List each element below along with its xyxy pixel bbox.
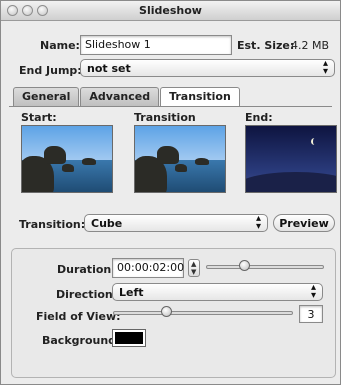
end-label: End: (245, 111, 273, 124)
field-of-view-label: Field of View: (36, 310, 121, 323)
start-label: Start: (21, 111, 57, 124)
transition-label: Transition: (19, 218, 86, 231)
est-size-value: 4.2 MB (291, 39, 330, 52)
direction-label: Direction: (56, 288, 118, 301)
field-of-view-value[interactable]: 3 (299, 305, 323, 323)
end-jump-label: End Jump: (19, 64, 82, 77)
duration-slider-knob[interactable] (238, 260, 250, 271)
end-jump-popup[interactable]: not set ▴ ▾ (80, 59, 335, 77)
moon-icon (311, 138, 318, 145)
field-of-view-slider-track[interactable] (113, 311, 293, 315)
field-of-view-slider-knob[interactable] (161, 306, 172, 317)
background-label: Background: (42, 334, 121, 347)
transition-popup[interactable]: Cube ▴ ▾ (84, 214, 268, 232)
preview-button[interactable]: Preview (273, 214, 335, 232)
direction-popup[interactable]: Left ▴ ▾ (112, 283, 323, 301)
slideshow-window: Slideshow Name: Slideshow 1 Est. Size: 4… (0, 0, 341, 385)
tab-bar: General Advanced Transition (13, 87, 241, 106)
tab-general[interactable]: General (13, 87, 80, 106)
stepper-icon[interactable]: ▲ ▼ (188, 259, 200, 277)
end-thumbnail (245, 125, 337, 193)
transition-preview-label: Transition (134, 111, 196, 124)
background-color-well[interactable] (112, 329, 146, 347)
duration-slider-track[interactable] (206, 265, 324, 269)
updown-arrows-icon: ▴ ▾ (255, 213, 261, 232)
name-label: Name: (40, 39, 80, 52)
title-bar[interactable]: Slideshow (1, 1, 340, 21)
start-thumbnail (21, 125, 113, 193)
background-color-swatch (115, 332, 143, 344)
direction-value: Left (119, 286, 144, 299)
window-title: Slideshow (139, 4, 202, 17)
name-field[interactable]: Slideshow 1 (80, 35, 232, 55)
tab-advanced[interactable]: Advanced (80, 87, 160, 106)
est-size-label: Est. Size: (237, 39, 295, 52)
tab-divider (9, 106, 332, 107)
updown-arrows-icon: ▴ ▾ (322, 58, 328, 77)
duration-field[interactable]: 00:00:02:00 (112, 258, 184, 278)
transition-value: Cube (91, 217, 123, 230)
tab-transition[interactable]: Transition (160, 87, 240, 106)
updown-arrows-icon: ▴ ▾ (310, 282, 316, 301)
duration-label: Duration: (57, 263, 116, 276)
end-jump-value: not set (87, 62, 131, 75)
transition-thumbnail (134, 125, 226, 193)
